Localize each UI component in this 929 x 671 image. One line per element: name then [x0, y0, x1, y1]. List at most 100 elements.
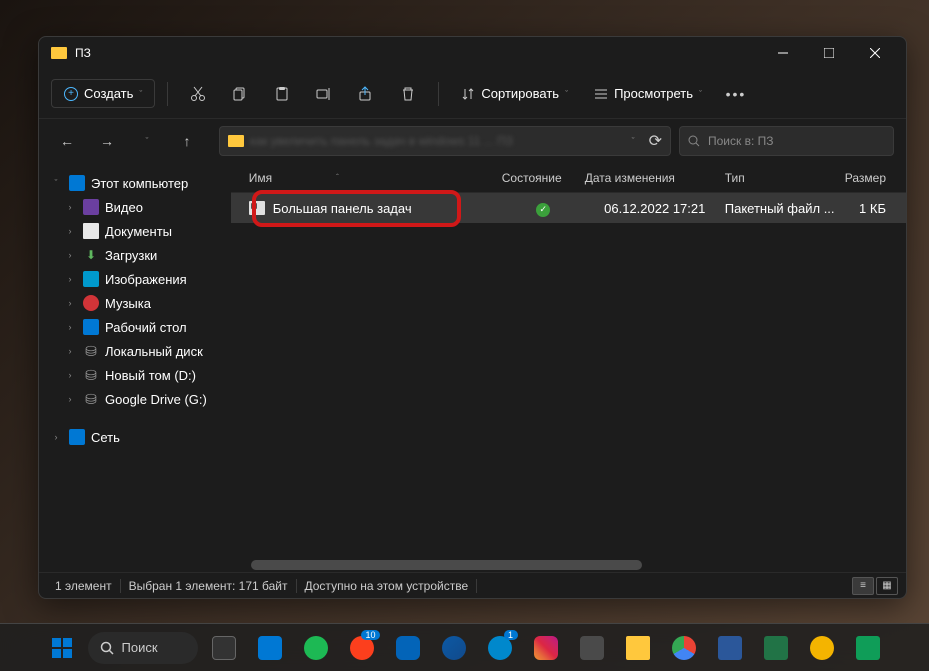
chevron-right-icon: › [63, 202, 77, 212]
col-name[interactable]: Имяˆ [249, 171, 502, 185]
paste-button[interactable] [264, 76, 300, 112]
desktop-icon [83, 319, 99, 335]
scrollbar-horizontal[interactable] [251, 560, 902, 570]
status-count: 1 элемент [47, 579, 121, 593]
check-icon: ✓ [536, 203, 550, 217]
chevron-right-icon: › [63, 322, 77, 332]
document-icon [83, 223, 99, 239]
sidebar-item-local-disk[interactable]: ›⛁Локальный диск [43, 339, 227, 363]
app-explorer[interactable] [618, 628, 658, 668]
file-name: Большая панель задач [273, 201, 502, 216]
close-button[interactable] [852, 37, 898, 69]
statusbar: 1 элемент Выбран 1 элемент: 171 байт Дос… [39, 572, 906, 598]
app-edge[interactable] [434, 628, 474, 668]
taskbar: Поиск 10 1 [0, 623, 929, 671]
rename-button[interactable] [306, 76, 342, 112]
status-available: Доступно на этом устройстве [297, 579, 478, 593]
sidebar-item-downloads[interactable]: ›⬇Загрузки [43, 243, 227, 267]
chevron-down-icon[interactable]: ˇ [131, 125, 163, 157]
badge: 10 [361, 630, 379, 640]
sidebar-item-video[interactable]: ›Видео [43, 195, 227, 219]
taskbar-search[interactable]: Поиск [88, 632, 198, 664]
app-yandex[interactable]: 10 [342, 628, 382, 668]
app-instagram[interactable] [526, 628, 566, 668]
sort-arrow-icon: ˆ [336, 173, 339, 182]
more-button[interactable]: ••• [718, 76, 754, 112]
app-chrome-canary[interactable] [802, 628, 842, 668]
folder-icon [51, 47, 67, 59]
col-state[interactable]: Состояние [502, 171, 585, 185]
search-input[interactable]: Поиск в: ПЗ [679, 126, 894, 156]
sidebar-item-volume-d[interactable]: ›⛁Новый том (D:) [43, 363, 227, 387]
drive-icon: ⛁ [83, 391, 99, 407]
delete-button[interactable] [390, 76, 426, 112]
search-icon [688, 135, 700, 147]
app-telegram[interactable]: 1 [480, 628, 520, 668]
details-view-button[interactable]: ≡ [852, 577, 874, 595]
chevron-down-icon: ˇ [49, 178, 63, 188]
folder-icon [228, 135, 244, 147]
chevron-right-icon: › [63, 346, 77, 356]
col-size[interactable]: Размер [845, 171, 906, 185]
minimize-button[interactable] [760, 37, 806, 69]
app-spotify[interactable] [296, 628, 336, 668]
new-button[interactable]: + Создать ˇ [51, 79, 155, 108]
maximize-button[interactable] [806, 37, 852, 69]
sort-button[interactable]: Сортировать ˇ [451, 80, 578, 107]
address-bar[interactable]: как увеличить панель задач в windows 11 … [219, 126, 671, 156]
chevron-down-icon: ˇ [139, 89, 142, 99]
sidebar-item-documents[interactable]: ›Документы [43, 219, 227, 243]
chevron-right-icon: › [63, 226, 77, 236]
sidebar-item-gdrive[interactable]: ›⛁Google Drive (G:) [43, 387, 227, 411]
titlebar[interactable]: ПЗ [39, 37, 906, 69]
sidebar-this-pc[interactable]: ˇ Этот компьютер [43, 171, 227, 195]
tiles-view-button[interactable]: ▦ [876, 577, 898, 595]
chevron-right-icon: › [63, 298, 77, 308]
col-date[interactable]: Дата изменения [585, 171, 725, 185]
copy-button[interactable] [222, 76, 258, 112]
cut-button[interactable] [180, 76, 216, 112]
app-phone[interactable] [572, 628, 612, 668]
app-excel[interactable] [756, 628, 796, 668]
col-type[interactable]: Тип [725, 171, 845, 185]
column-headers: Имяˆ Состояние Дата изменения Тип Размер [231, 163, 906, 193]
task-view-button[interactable] [204, 628, 244, 668]
sidebar-item-music[interactable]: ›Музыка [43, 291, 227, 315]
chevron-right-icon: › [63, 370, 77, 380]
chevron-down-icon: ˇ [565, 89, 568, 99]
network-icon [69, 429, 85, 445]
badge: 1 [504, 630, 518, 640]
drive-icon: ⛁ [83, 343, 99, 359]
chevron-down-icon[interactable]: ˇ [632, 136, 635, 146]
forward-button[interactable]: → [91, 125, 123, 157]
app-sheets[interactable] [848, 628, 888, 668]
view-icon [594, 87, 608, 101]
app-onedrive[interactable] [388, 628, 428, 668]
chevron-right-icon: › [63, 394, 77, 404]
picture-icon [83, 271, 99, 287]
file-row[interactable]: Большая панель задач ✓ 06.12.2022 17:21 … [231, 193, 906, 223]
refresh-button[interactable]: ⟳ [649, 131, 662, 151]
back-button[interactable]: ← [51, 125, 83, 157]
share-button[interactable] [348, 76, 384, 112]
app-chrome[interactable] [664, 628, 704, 668]
sidebar-item-desktop[interactable]: ›Рабочий стол [43, 315, 227, 339]
start-button[interactable] [42, 628, 82, 668]
up-button[interactable]: ↑ [171, 125, 203, 157]
view-button[interactable]: Просмотреть ˇ [584, 80, 712, 107]
batch-file-icon [249, 201, 265, 215]
chevron-down-icon: ˇ [699, 89, 702, 99]
sidebar-network[interactable]: › Сеть [43, 425, 227, 449]
sort-icon [461, 87, 475, 101]
drive-icon: ⛁ [83, 367, 99, 383]
sidebar-item-pictures[interactable]: ›Изображения [43, 267, 227, 291]
app-calculator[interactable] [250, 628, 290, 668]
app-word[interactable] [710, 628, 750, 668]
sidebar: ˇ Этот компьютер ›Видео ›Документы ›⬇Заг… [39, 163, 231, 572]
plus-icon: + [64, 87, 78, 101]
address-text: как увеличить панель задач в windows 11 … [250, 134, 626, 148]
file-list: Имяˆ Состояние Дата изменения Тип Размер… [231, 163, 906, 572]
toolbar: + Создать ˇ Сортировать ˇ Просмотреть ˇ [39, 69, 906, 119]
file-size: 1 КБ [845, 201, 906, 216]
download-icon: ⬇ [83, 247, 99, 263]
